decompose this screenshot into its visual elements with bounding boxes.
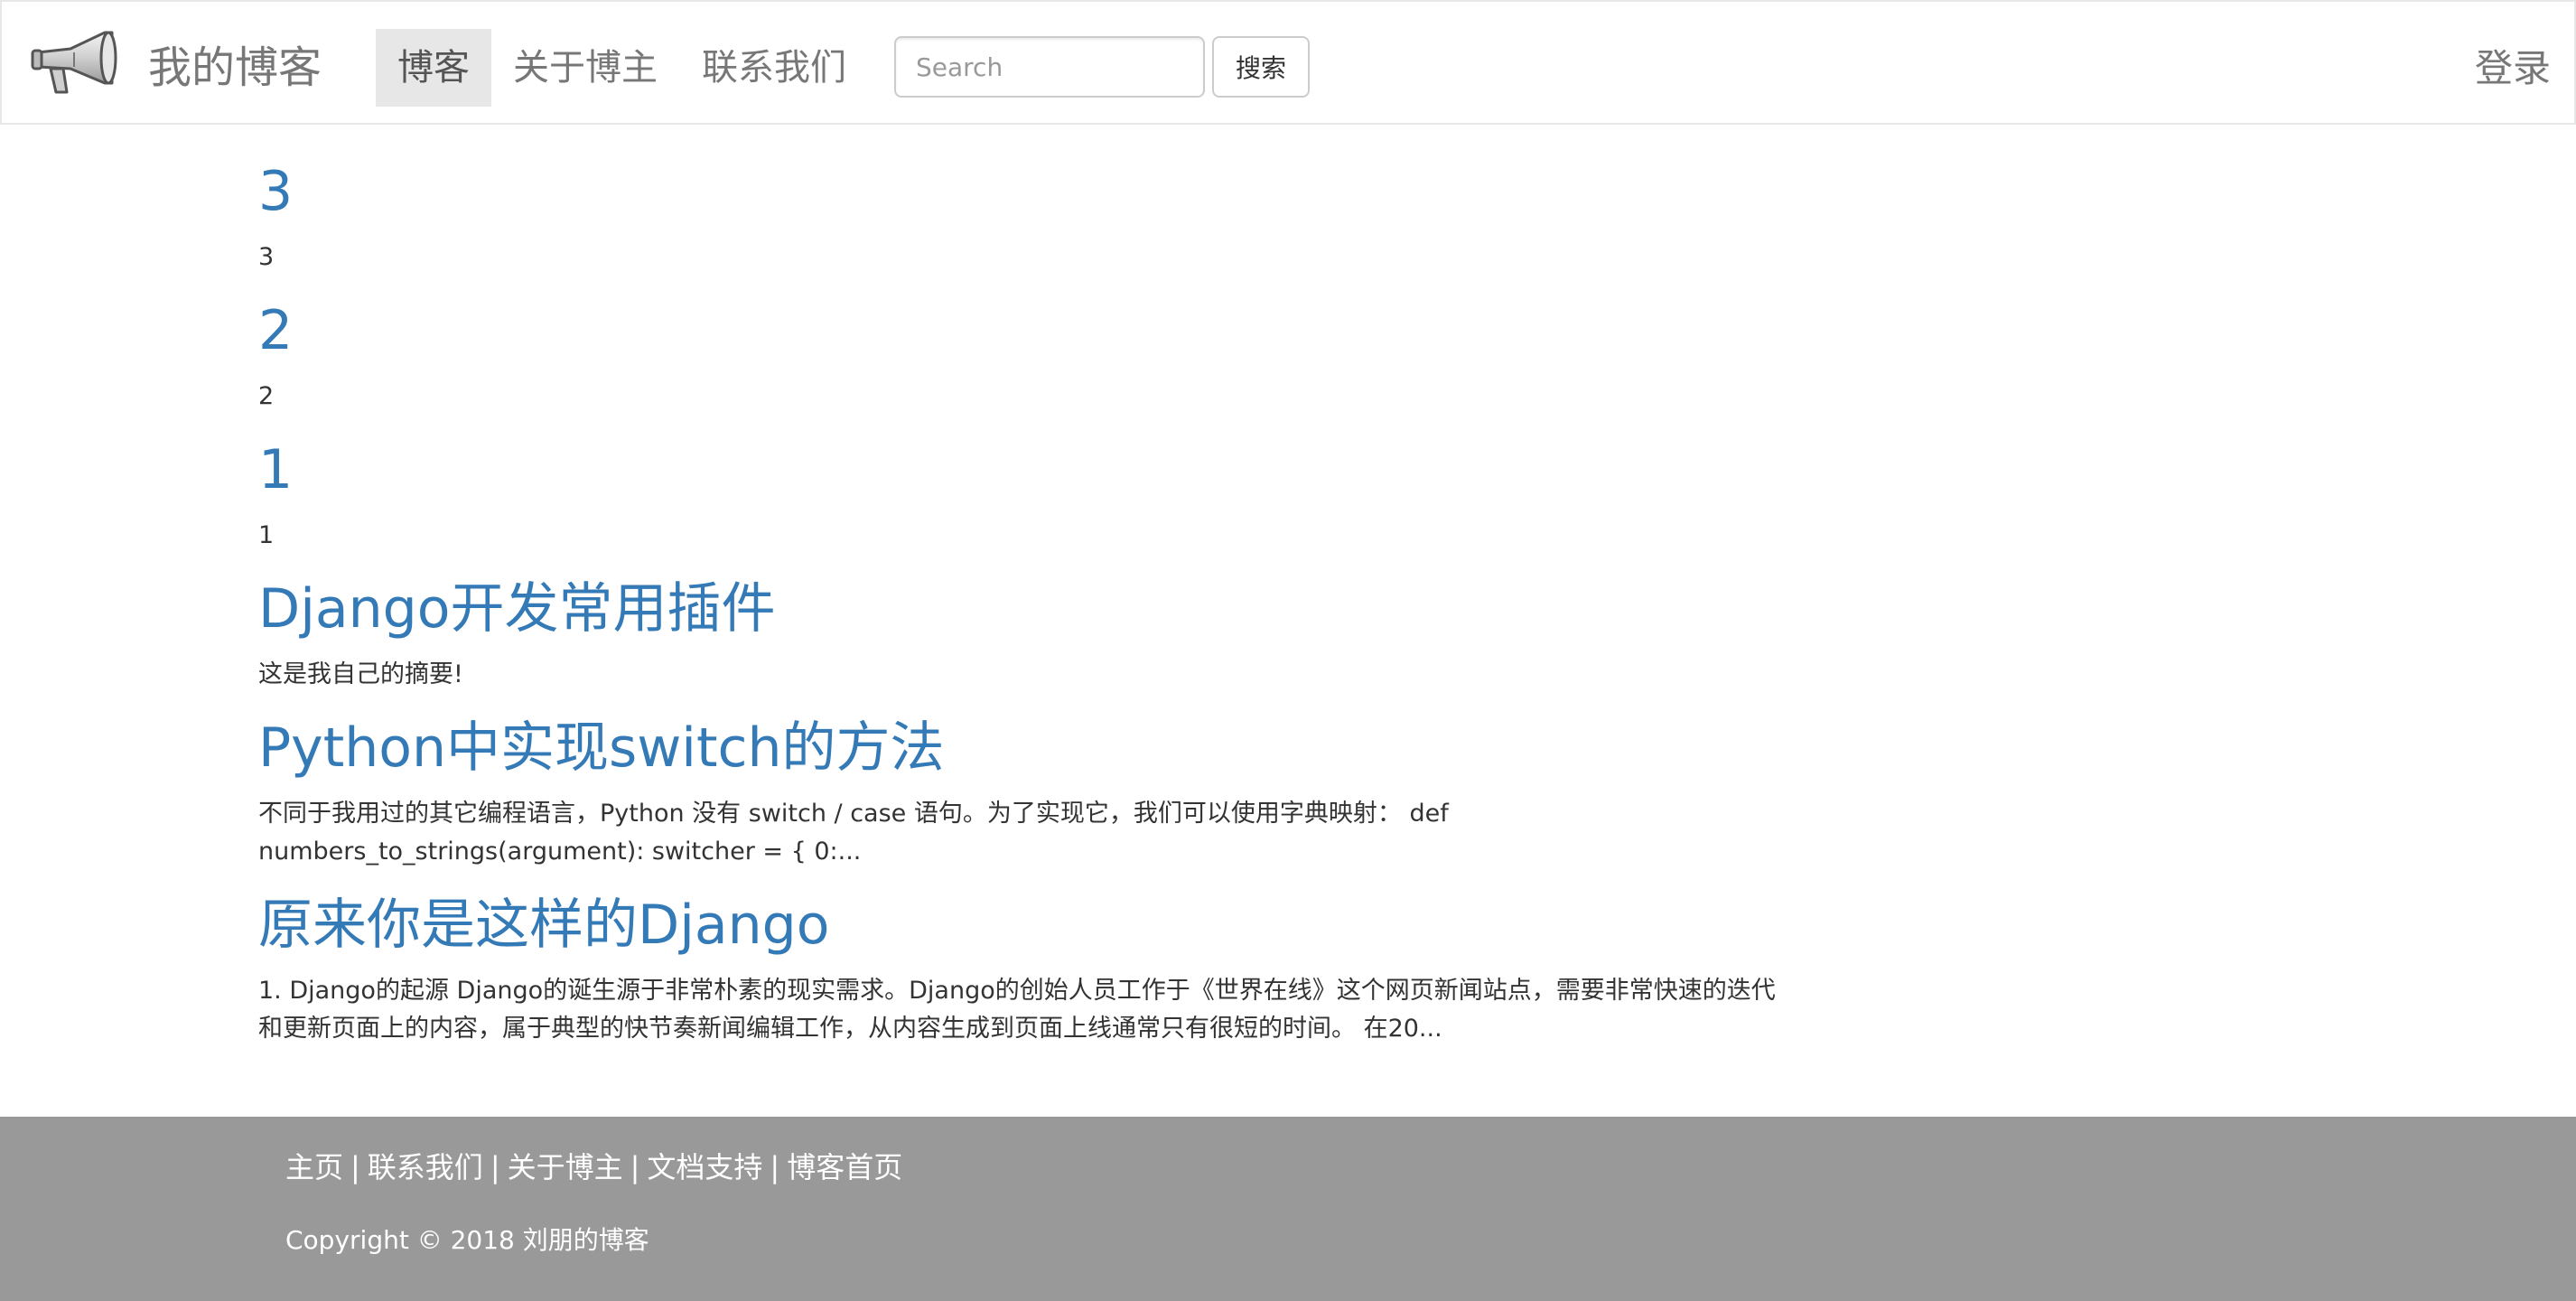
footer-link-blog-home[interactable]: 博客首页 xyxy=(787,1150,902,1184)
post-title-link[interactable]: 3 xyxy=(258,154,1794,229)
post-summary: 3 xyxy=(258,243,275,271)
post-item: Python中实现switch的方法 不同于我用过的其它编程语言，Python … xyxy=(258,710,1794,887)
copyright-text: Copyright © 2018 刘朋的博客 xyxy=(285,1225,649,1255)
footer-separator: | xyxy=(350,1150,360,1184)
footer-link-docs[interactable]: 文档支持 xyxy=(647,1150,762,1184)
footer-separator: | xyxy=(630,1150,640,1184)
post-summary: 1 xyxy=(258,521,275,549)
post-list: 3 3 2 2 1 1 Django开发常用插件 这是我自己的摘要! Pytho… xyxy=(258,154,1794,1064)
footer: 主页 | 联系我们 | 关于博主 | 文档支持 | 博客首页 Copyright © 2018 … xyxy=(0,1117,2576,1301)
nav-item-contact[interactable]: 联系我们 xyxy=(679,29,869,107)
post-title-link[interactable]: 原来你是这样的Django xyxy=(258,887,1794,963)
footer-separator: | xyxy=(770,1150,780,1184)
post-item: Django开发常用插件 这是我自己的摘要! xyxy=(258,571,1794,710)
search-input[interactable] xyxy=(894,36,1205,98)
post-summary: 这是我自己的摘要! xyxy=(258,660,463,688)
search-button[interactable]: 搜索 xyxy=(1212,36,1310,98)
post-item: 3 3 xyxy=(258,154,1794,293)
login-link[interactable]: 登录 xyxy=(2475,36,2551,101)
footer-link-contact[interactable]: 联系我们 xyxy=(368,1150,483,1184)
megaphone-icon[interactable] xyxy=(29,27,121,101)
post-summary: 不同于我用过的其它编程语言，Python 没有 switch / case 语句… xyxy=(258,800,1449,866)
post-item: 1 1 xyxy=(258,432,1794,571)
footer-separator: | xyxy=(490,1150,500,1184)
post-item: 原来你是这样的Django 1. Django的起源 Django的诞生源于非常… xyxy=(258,887,1794,1064)
post-title-link[interactable]: 2 xyxy=(258,293,1794,369)
nav-item-about[interactable]: 关于博主 xyxy=(491,29,679,107)
footer-links: 主页 | 联系我们 | 关于博主 | 文档支持 | 博客首页 xyxy=(285,1140,902,1194)
post-summary: 2 xyxy=(258,382,275,410)
footer-link-home[interactable]: 主页 xyxy=(285,1150,343,1184)
post-summary: 1. Django的起源 Django的诞生源于非常朴素的现实需求。Django… xyxy=(258,977,1776,1043)
brand-name[interactable]: 我的博客 xyxy=(148,36,322,99)
post-title-link[interactable]: Django开发常用插件 xyxy=(258,571,1794,647)
post-title-link[interactable]: 1 xyxy=(258,432,1794,508)
footer-link-about[interactable]: 关于博主 xyxy=(508,1150,623,1184)
post-item: 2 2 xyxy=(258,293,1794,432)
nav-item-blog[interactable]: 博客 xyxy=(376,29,491,107)
top-navbar: 我的博客 博客 关于博主 联系我们 搜索 登录 xyxy=(0,0,2576,125)
post-title-link[interactable]: Python中实现switch的方法 xyxy=(258,710,1794,786)
